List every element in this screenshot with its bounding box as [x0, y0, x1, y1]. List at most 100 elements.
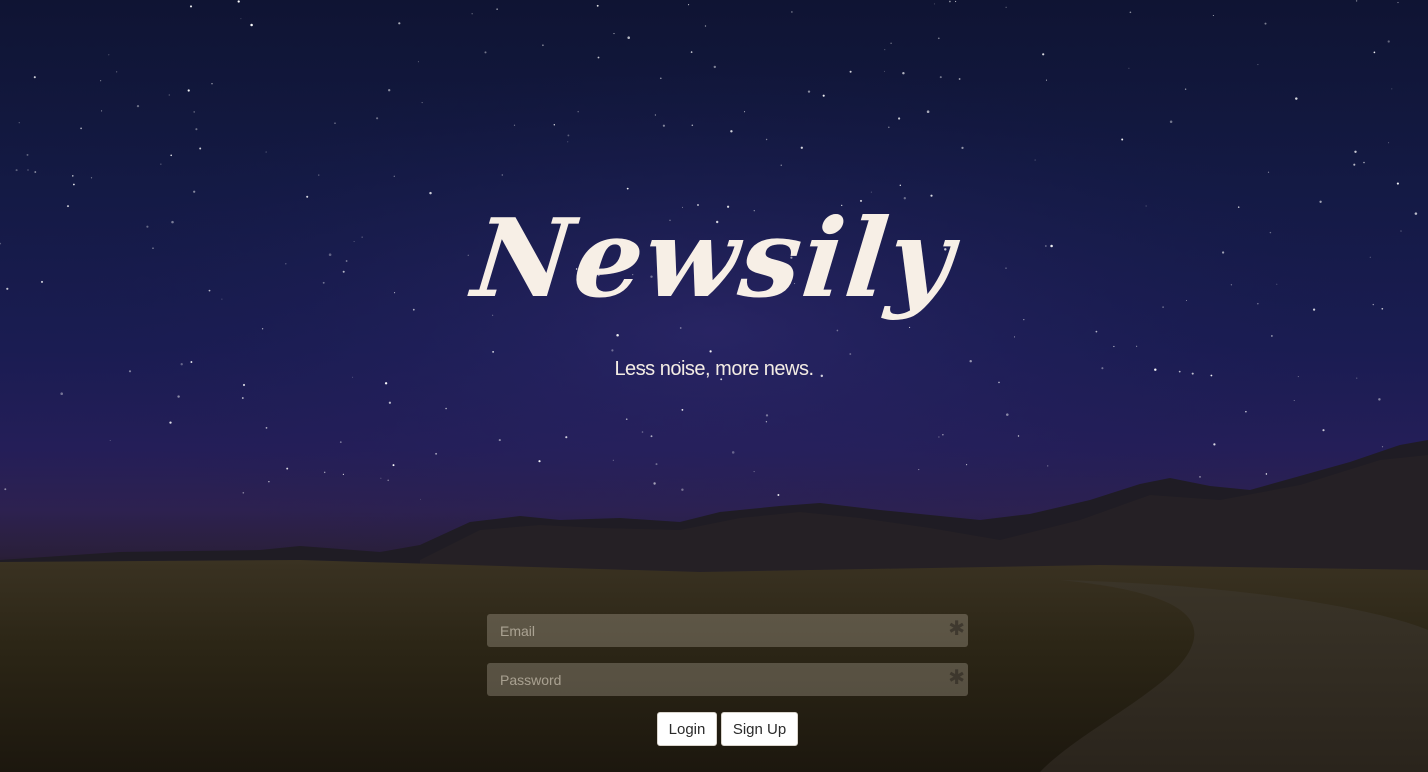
star [1381, 446, 1384, 448]
star [807, 90, 811, 93]
star [650, 435, 653, 438]
star [1322, 429, 1325, 432]
star [1363, 161, 1365, 164]
star [242, 383, 246, 387]
star [765, 421, 768, 423]
star [109, 440, 111, 441]
star [501, 174, 503, 176]
star [27, 169, 29, 171]
star [1397, 2, 1399, 4]
star [800, 146, 803, 149]
star [484, 51, 487, 54]
star [177, 395, 180, 398]
star [899, 184, 901, 186]
star [435, 452, 438, 455]
star [780, 164, 782, 166]
star [1293, 399, 1295, 401]
star [918, 469, 920, 471]
required-asterisk-icon: ✱ [948, 616, 965, 640]
star [653, 482, 656, 485]
password-input[interactable] [487, 663, 968, 696]
star [1006, 413, 1009, 416]
star [713, 65, 716, 69]
star [323, 471, 326, 474]
star [611, 349, 614, 352]
star [60, 392, 63, 395]
star [926, 110, 930, 113]
star [237, 0, 240, 3]
star [388, 401, 392, 404]
star [641, 431, 644, 433]
star [398, 22, 401, 25]
star [1184, 88, 1187, 90]
star [334, 122, 336, 124]
star [1034, 159, 1036, 161]
tagline: Less noise, more news. [614, 358, 814, 380]
star [934, 3, 935, 5]
star [909, 326, 911, 328]
star [160, 163, 162, 165]
star [777, 494, 780, 496]
star [421, 102, 423, 104]
star [1378, 398, 1381, 401]
star [1095, 330, 1098, 333]
star [870, 191, 872, 193]
star [849, 70, 852, 73]
star [26, 153, 29, 156]
star [662, 124, 666, 127]
star [80, 127, 82, 130]
star [471, 13, 473, 15]
star [193, 111, 196, 113]
star [492, 351, 494, 353]
star [1121, 138, 1124, 141]
star [849, 353, 852, 355]
star [1354, 150, 1357, 153]
star [613, 33, 615, 35]
star [731, 451, 735, 454]
star [577, 110, 579, 113]
star [1391, 88, 1393, 90]
star [681, 408, 684, 411]
login-button[interactable]: Login [657, 712, 717, 746]
star [884, 70, 886, 72]
star [937, 37, 940, 40]
star [498, 439, 501, 442]
star [18, 122, 20, 124]
star [169, 421, 172, 424]
star [627, 36, 630, 39]
star [730, 130, 733, 133]
star [612, 459, 614, 461]
star [955, 0, 957, 3]
star [597, 56, 600, 59]
star [240, 18, 242, 20]
star [625, 418, 628, 421]
star [890, 42, 892, 44]
star [15, 169, 18, 172]
star [939, 76, 942, 79]
star [72, 175, 74, 177]
star [1355, 0, 1358, 2]
signup-button[interactable]: Sign Up [721, 712, 798, 746]
star [108, 54, 110, 56]
star [265, 427, 268, 429]
star [1199, 476, 1201, 478]
star [1373, 51, 1376, 54]
star [765, 138, 768, 141]
star [753, 471, 755, 473]
star [567, 134, 570, 137]
star [567, 141, 569, 143]
star [1014, 336, 1016, 338]
app-logo: Newsily [467, 196, 961, 322]
star [261, 328, 264, 330]
star [306, 195, 309, 198]
email-input[interactable] [487, 614, 968, 647]
star [101, 110, 103, 112]
star [958, 78, 961, 80]
star [1387, 40, 1390, 43]
star [392, 464, 395, 467]
star [318, 174, 320, 176]
star [168, 94, 170, 96]
star [1169, 120, 1173, 123]
star [1042, 53, 1045, 56]
star [1023, 318, 1025, 321]
